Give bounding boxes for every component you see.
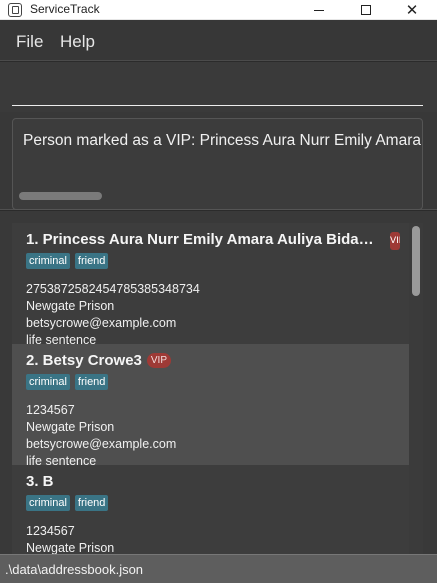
person-name: 3. B — [26, 473, 54, 490]
tag: criminal — [26, 253, 70, 269]
minimize-icon — [314, 9, 324, 11]
minimize-button[interactable] — [296, 0, 342, 20]
tag-list: criminal friend — [26, 495, 113, 511]
person-name: 2. Betsy Crowe3 — [26, 352, 142, 369]
tag: friend — [74, 253, 109, 269]
title-bar: ServiceTrack ✕ — [0, 0, 437, 20]
person-card-header: 2. Betsy Crowe3 VIP — [26, 352, 172, 369]
maximize-icon — [361, 5, 371, 15]
tag-list: criminal friend — [26, 253, 113, 269]
person-name: 1. Princess Aura Nurr Emily Amara Auliya… — [26, 231, 380, 248]
list-vertical-scrollbar[interactable] — [410, 223, 423, 554]
status-file-path: .\data\addressbook.json — [5, 562, 144, 577]
person-address: Newgate Prison — [26, 541, 115, 554]
person-email: betsycrowe@example.com — [26, 437, 177, 451]
menu-bar: File Help — [0, 20, 437, 61]
tag: friend — [74, 495, 109, 511]
person-list[interactable]: 1. Princess Aura Nurr Emily Amara Auliya… — [12, 223, 423, 554]
person-card-selected[interactable]: 2. Betsy Crowe3 VIP criminal friend 1234… — [12, 344, 409, 468]
result-message: Person marked as a VIP: Princess Aura Nu… — [23, 132, 422, 149]
menu-file[interactable]: File — [16, 32, 43, 52]
person-phone: 1234567 — [26, 524, 75, 538]
command-input[interactable] — [12, 66, 423, 106]
person-card-header: 1. Princess Aura Nurr Emily Amara Auliya… — [26, 231, 380, 248]
person-list-panel: 1. Princess Aura Nurr Emily Amara Auliya… — [0, 211, 437, 554]
person-phone: 2753872582454785385348734 — [26, 282, 200, 296]
app-icon — [8, 3, 22, 17]
maximize-button[interactable] — [343, 0, 389, 20]
close-button[interactable]: ✕ — [389, 0, 435, 20]
result-display: Person marked as a VIP: Princess Aura Nu… — [0, 112, 437, 210]
tag: criminal — [26, 495, 70, 511]
person-phone: 1234567 — [26, 403, 75, 417]
person-card[interactable]: 1. Princess Aura Nurr Emily Amara Auliya… — [12, 223, 409, 347]
person-email: betsycrowe@example.com — [26, 316, 177, 330]
person-address: Newgate Prison — [26, 420, 115, 434]
result-text-area[interactable]: Person marked as a VIP: Princess Aura Nu… — [12, 118, 423, 210]
tag: friend — [74, 374, 109, 390]
person-card[interactable]: 3. B criminal friend 1234567 Newgate Pri… — [12, 465, 409, 554]
vip-badge: VIP — [390, 232, 400, 250]
list-scrollbar-thumb[interactable] — [412, 226, 420, 296]
command-box — [0, 62, 437, 112]
vip-badge: VIP — [146, 353, 172, 368]
window-title: ServiceTrack — [30, 2, 100, 16]
status-bar: .\data\addressbook.json — [0, 554, 437, 583]
person-card-header: 3. B — [26, 473, 54, 490]
tag: criminal — [26, 374, 70, 390]
close-icon: ✕ — [405, 0, 419, 19]
menu-help[interactable]: Help — [60, 32, 95, 52]
result-horizontal-scrollbar[interactable] — [19, 192, 102, 200]
person-address: Newgate Prison — [26, 299, 115, 313]
tag-list: criminal friend — [26, 374, 113, 390]
